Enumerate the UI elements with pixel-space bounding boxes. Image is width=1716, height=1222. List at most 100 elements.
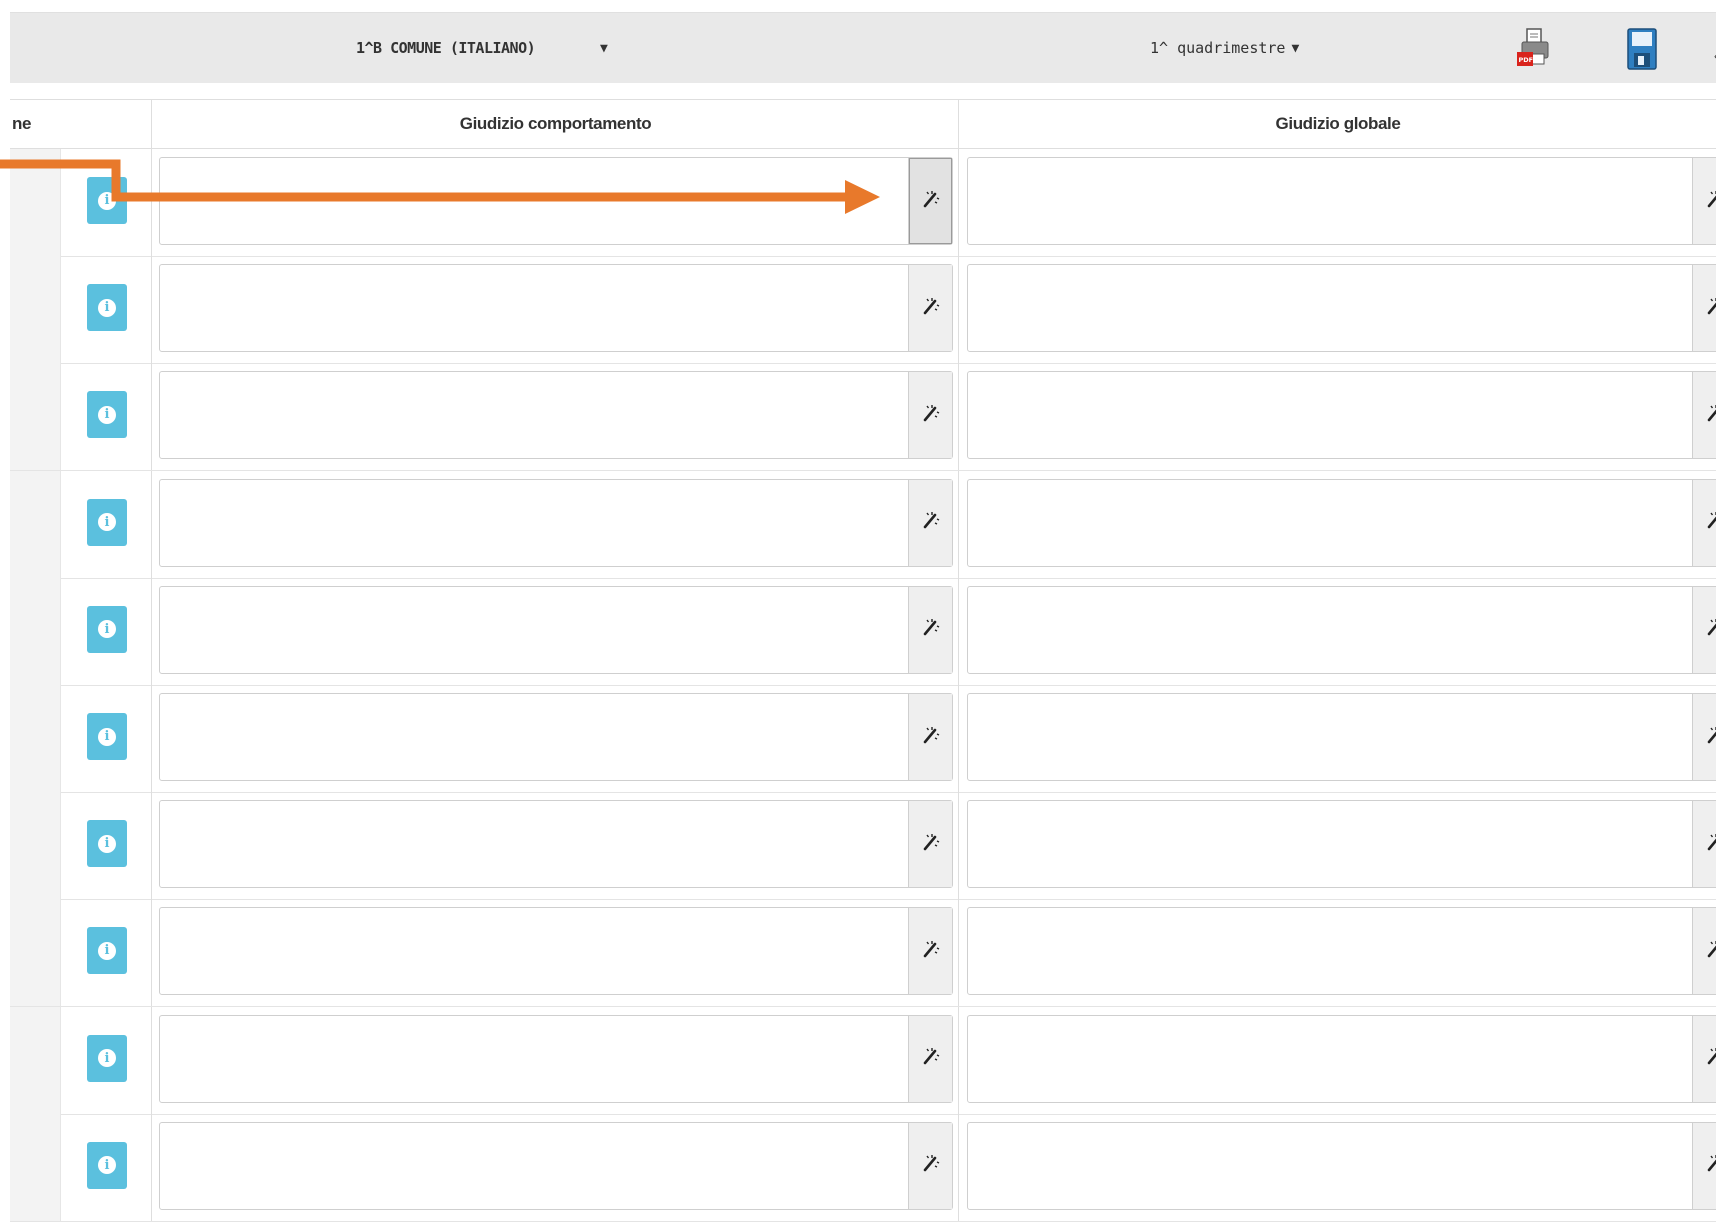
global-judgement-field [967, 1015, 1716, 1103]
global-suggest-button[interactable] [1692, 1123, 1716, 1209]
info-icon: i [98, 513, 116, 531]
behavior-judgement-input[interactable] [160, 694, 908, 780]
pdf-printer-icon[interactable]: PDF [1513, 27, 1553, 73]
behavior-suggest-button[interactable] [908, 694, 952, 780]
column-divider [958, 471, 959, 578]
global-judgement-field [967, 157, 1716, 245]
info-cell: i [60, 1114, 152, 1221]
info-button[interactable]: i [87, 499, 127, 546]
info-cell: i [60, 899, 152, 1006]
global-judgement-input[interactable] [968, 480, 1692, 566]
info-icon: i [98, 942, 116, 960]
column-divider [151, 149, 152, 256]
info-button[interactable]: i [87, 1035, 127, 1082]
behavior-suggest-button[interactable] [908, 587, 952, 673]
global-judgement-input[interactable] [968, 908, 1692, 994]
table-row: i [10, 256, 1716, 364]
global-judgement-input[interactable] [968, 158, 1692, 244]
behavior-suggest-button[interactable] [908, 1123, 952, 1209]
behavior-suggest-button[interactable] [908, 1016, 952, 1102]
info-button[interactable]: i [87, 391, 127, 438]
student-name-cell [10, 149, 60, 256]
global-suggest-button[interactable] [1692, 265, 1716, 351]
info-button[interactable]: i [87, 1142, 127, 1189]
behavior-judgement-field [159, 371, 953, 459]
behavior-judgement-field [159, 586, 953, 674]
column-divider [151, 792, 152, 899]
info-cell: i [60, 792, 152, 899]
column-header-global: Giudizio globale [958, 100, 1716, 148]
info-button[interactable]: i [87, 606, 127, 653]
column-divider [958, 1114, 959, 1221]
global-judgement-input[interactable] [968, 1123, 1692, 1209]
global-suggest-button[interactable] [1692, 1016, 1716, 1102]
info-cell: i [60, 471, 152, 578]
floppy-disk-icon[interactable] [1622, 27, 1662, 73]
global-judgement-field [967, 264, 1716, 352]
global-suggest-button[interactable] [1692, 158, 1716, 244]
magic-wand-icon [1705, 403, 1716, 428]
svg-text:PDF: PDF [1519, 56, 1534, 64]
global-suggest-button[interactable] [1692, 908, 1716, 994]
behavior-judgement-input[interactable] [160, 587, 908, 673]
column-divider [151, 256, 152, 363]
magic-wand-icon [1705, 939, 1716, 964]
info-cell: i [60, 149, 152, 256]
behavior-suggest-button[interactable] [908, 265, 952, 351]
behavior-judgement-input[interactable] [160, 480, 908, 566]
table-row: i [10, 792, 1716, 900]
info-button[interactable]: i [87, 177, 127, 224]
behavior-judgement-input[interactable] [160, 265, 908, 351]
global-suggest-button[interactable] [1692, 372, 1716, 458]
table-row: i [10, 149, 1716, 257]
info-button[interactable]: i [87, 820, 127, 867]
behavior-suggest-button[interactable] [908, 908, 952, 994]
global-judgement-input[interactable] [968, 1016, 1692, 1102]
column-divider [151, 899, 152, 1006]
global-suggest-button[interactable] [1692, 801, 1716, 887]
global-judgement-input[interactable] [968, 265, 1692, 351]
behavior-suggest-button[interactable] [908, 372, 952, 458]
class-selector-value: 1^B COMUNE (ITALIANO) [356, 39, 535, 57]
behavior-suggest-button[interactable] [908, 480, 952, 566]
global-judgement-input[interactable] [968, 587, 1692, 673]
magic-wand-icon [921, 939, 941, 964]
column-divider [151, 1007, 152, 1114]
class-selector[interactable]: 1^B COMUNE (ITALIANO) ▼ [320, 33, 630, 63]
global-judgement-input[interactable] [968, 372, 1692, 458]
period-selector[interactable]: 1^ quadrimestre ▼ [1150, 33, 1299, 63]
table-row: i [10, 685, 1716, 793]
behavior-suggest-button[interactable] [908, 158, 952, 244]
behavior-judgement-field [159, 264, 953, 352]
behavior-suggest-button[interactable] [908, 801, 952, 887]
magic-wand-icon [921, 617, 941, 642]
global-suggest-button[interactable] [1692, 694, 1716, 780]
student-name-cell [10, 1007, 60, 1114]
behavior-judgement-input[interactable] [160, 1016, 908, 1102]
magic-wand-icon [1705, 617, 1716, 642]
behavior-judgement-field [159, 800, 953, 888]
info-icon: i [98, 835, 116, 853]
column-divider [958, 363, 959, 470]
column-divider [151, 578, 152, 685]
info-button[interactable]: i [87, 713, 127, 760]
global-judgement-field [967, 693, 1716, 781]
global-judgement-input[interactable] [968, 694, 1692, 780]
table-header: ne Giudizio comportamento Giudizio globa… [10, 100, 1716, 149]
global-judgement-input[interactable] [968, 801, 1692, 887]
behavior-judgement-input[interactable] [160, 372, 908, 458]
column-header-name: ne [10, 100, 151, 148]
global-suggest-button[interactable] [1692, 480, 1716, 566]
magic-wand-icon [1705, 296, 1716, 321]
global-suggest-button[interactable] [1692, 587, 1716, 673]
behavior-judgement-input[interactable] [160, 158, 908, 244]
behavior-judgement-input[interactable] [160, 1123, 908, 1209]
magic-wand-icon [1705, 725, 1716, 750]
behavior-judgement-input[interactable] [160, 801, 908, 887]
behavior-judgement-field [159, 907, 953, 995]
info-button[interactable]: i [87, 927, 127, 974]
column-divider [151, 685, 152, 792]
info-button[interactable]: i [87, 284, 127, 331]
student-name-cell [10, 899, 60, 1006]
behavior-judgement-input[interactable] [160, 908, 908, 994]
